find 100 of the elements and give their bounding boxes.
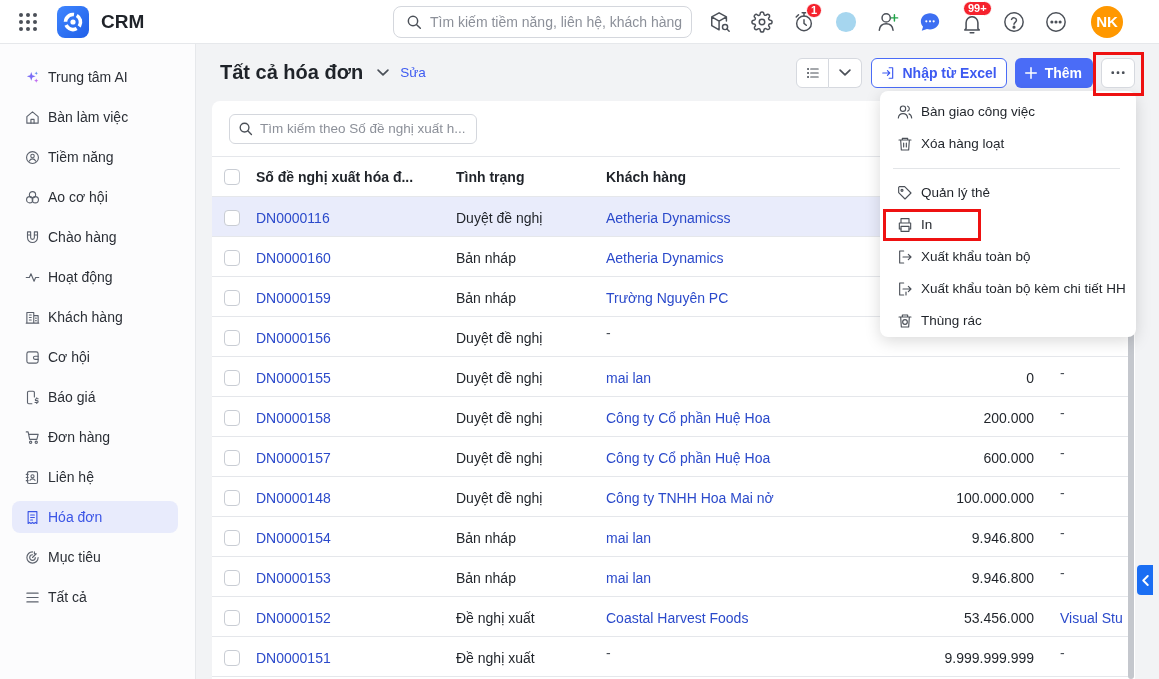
home-icon	[25, 109, 40, 125]
customer-link[interactable]: Aetheria Dynamicss	[606, 210, 731, 226]
row-checkbox[interactable]	[224, 490, 240, 506]
sidebar-item[interactable]: Khách hàng	[12, 301, 178, 333]
customer-link[interactable]: mai lan	[606, 370, 652, 386]
cube-search-icon[interactable]	[709, 10, 731, 33]
invoice-link[interactable]: DN0000152	[256, 610, 331, 626]
status-text: Bản nháp	[456, 570, 516, 586]
row-checkbox[interactable]	[224, 370, 240, 386]
customer-link[interactable]: Aetheria Dynamics	[606, 250, 724, 266]
add-user-icon[interactable]	[877, 10, 899, 33]
add-button[interactable]: Thêm	[1014, 57, 1093, 88]
export-icon	[897, 280, 913, 297]
sidebar-item[interactable]: Cơ hội	[12, 341, 178, 373]
sidebar-item[interactable]: Báo giá	[12, 381, 178, 413]
more-button[interactable]	[1101, 57, 1135, 88]
row-checkbox[interactable]	[224, 570, 240, 586]
row-checkbox[interactable]	[224, 450, 240, 466]
contact-book-icon	[25, 469, 40, 485]
menu-item[interactable]: Bàn giao công việc	[883, 95, 1039, 128]
import-button[interactable]: Nhập từ Excel	[871, 57, 1007, 88]
amount-text: 53.456.000	[963, 610, 1034, 626]
avatar-icon[interactable]	[835, 10, 857, 33]
trash-icon	[897, 135, 913, 152]
collapse-panel-button[interactable]	[1137, 565, 1153, 595]
circles-icon	[25, 189, 40, 205]
sidebar-item[interactable]: Chào hàng	[12, 221, 178, 253]
invoice-link[interactable]: DN0000156	[256, 330, 331, 346]
invoice-link[interactable]: DN0000151	[256, 650, 331, 666]
invoice-link[interactable]: DN0000155	[256, 370, 331, 386]
menu-item[interactable]: Thùng rác	[883, 304, 985, 337]
sidebar-item[interactable]: Mục tiêu	[12, 541, 178, 573]
wallet-icon	[25, 349, 40, 365]
magnet-icon	[25, 229, 40, 245]
status-text: Bản nháp	[456, 290, 516, 306]
grid-icon[interactable]	[19, 12, 37, 31]
settings-icon[interactable]	[751, 10, 773, 33]
export-icon	[897, 248, 913, 265]
invoice-link[interactable]: DN0000154	[256, 530, 331, 546]
customer-link[interactable]: Coastal Harvest Foods	[606, 610, 749, 626]
status-text: Duyệt đề nghị	[456, 450, 543, 466]
sidebar-item[interactable]: Tiềm năng	[12, 141, 178, 173]
more-icon[interactable]	[1045, 10, 1067, 33]
sidebar-item[interactable]: Bàn làm việc	[12, 101, 178, 133]
customer-link[interactable]: mai lan	[606, 530, 652, 546]
row-checkbox[interactable]	[224, 290, 240, 306]
cell-link[interactable]: Visual Stu	[1060, 610, 1123, 626]
sidebar-item[interactable]: Hóa đơn	[12, 501, 178, 533]
invoice-link[interactable]: DN0000160	[256, 250, 331, 266]
row-checkbox[interactable]	[224, 650, 240, 666]
invoice-link[interactable]: DN0000157	[256, 450, 331, 466]
row-checkbox[interactable]	[224, 250, 240, 266]
chevron-down-icon[interactable]	[377, 69, 390, 76]
empty-value: -	[1060, 525, 1065, 541]
customer-link[interactable]: mai lan	[606, 570, 652, 586]
empty-value: -	[606, 645, 611, 661]
customer-link[interactable]: Công ty TNHH Hoa Mai nở	[606, 490, 774, 506]
invoice-link[interactable]: DN0000153	[256, 570, 331, 586]
menu-item[interactable]: Xuất khẩu toàn bộ kèm chi tiết HH	[883, 272, 1129, 305]
amount-text: 600.000	[983, 450, 1034, 466]
search-field[interactable]: Tìm kiếm tiềm năng, liên hệ, khách hàng	[393, 5, 692, 38]
sidebar-item[interactable]: Liên hệ	[12, 461, 178, 493]
user-circle-icon	[25, 149, 40, 165]
invoice-link[interactable]: DN0000158	[256, 410, 331, 426]
customer-link[interactable]: Công ty Cổ phần Huệ Hoa	[606, 450, 771, 466]
invoice-link[interactable]: DN0000159	[256, 290, 331, 306]
invoice-link[interactable]: DN0000116	[256, 210, 330, 226]
menu-item[interactable]: Xóa hàng loạt	[883, 127, 1008, 160]
amount-text: 0	[1026, 370, 1034, 386]
row-checkbox[interactable]	[224, 210, 240, 226]
customer-link[interactable]: Trường Nguyên PC	[606, 290, 729, 306]
menu-item[interactable]: Xuất khẩu toàn bộ	[883, 240, 1034, 273]
sidebar-item[interactable]: Trung tâm AI	[12, 61, 178, 93]
empty-value: -	[1060, 365, 1065, 381]
row-checkbox[interactable]	[224, 610, 240, 626]
row-checkbox[interactable]	[224, 330, 240, 346]
customer-link[interactable]: Công ty Cổ phần Huệ Hoa	[606, 410, 771, 426]
search-field[interactable]: Tìm kiếm theo Số đề nghị xuất h...	[229, 113, 477, 144]
printer-icon	[897, 216, 913, 233]
sparkle-icon	[25, 69, 40, 85]
menu-item[interactable]: In	[883, 208, 981, 241]
bell-icon[interactable]	[964, 16, 980, 34]
sidebar-item[interactable]: Đơn hàng	[12, 421, 178, 453]
select-all-checkbox[interactable]	[224, 168, 240, 185]
row-checkbox[interactable]	[224, 530, 240, 546]
status-text: Bản nháp	[456, 250, 516, 266]
status-text: Đề nghị xuất	[456, 650, 535, 666]
notification-badge: 99+	[963, 0, 992, 16]
row-checkbox[interactable]	[224, 410, 240, 426]
chat-icon[interactable]	[919, 10, 941, 33]
sidebar-item[interactable]: Ao cơ hội	[12, 181, 178, 213]
help-icon[interactable]	[1003, 10, 1025, 33]
list-view-button[interactable]	[796, 57, 830, 88]
view-dropdown-button[interactable]	[829, 57, 863, 88]
empty-value: -	[606, 325, 611, 341]
chevron-left-icon	[1141, 574, 1149, 586]
sidebar-item[interactable]: Hoạt động	[12, 261, 178, 293]
sidebar-item[interactable]: Tất cả	[12, 581, 178, 613]
invoice-link[interactable]: DN0000148	[256, 490, 331, 506]
edit-link[interactable]: Sửa	[400, 65, 426, 80]
